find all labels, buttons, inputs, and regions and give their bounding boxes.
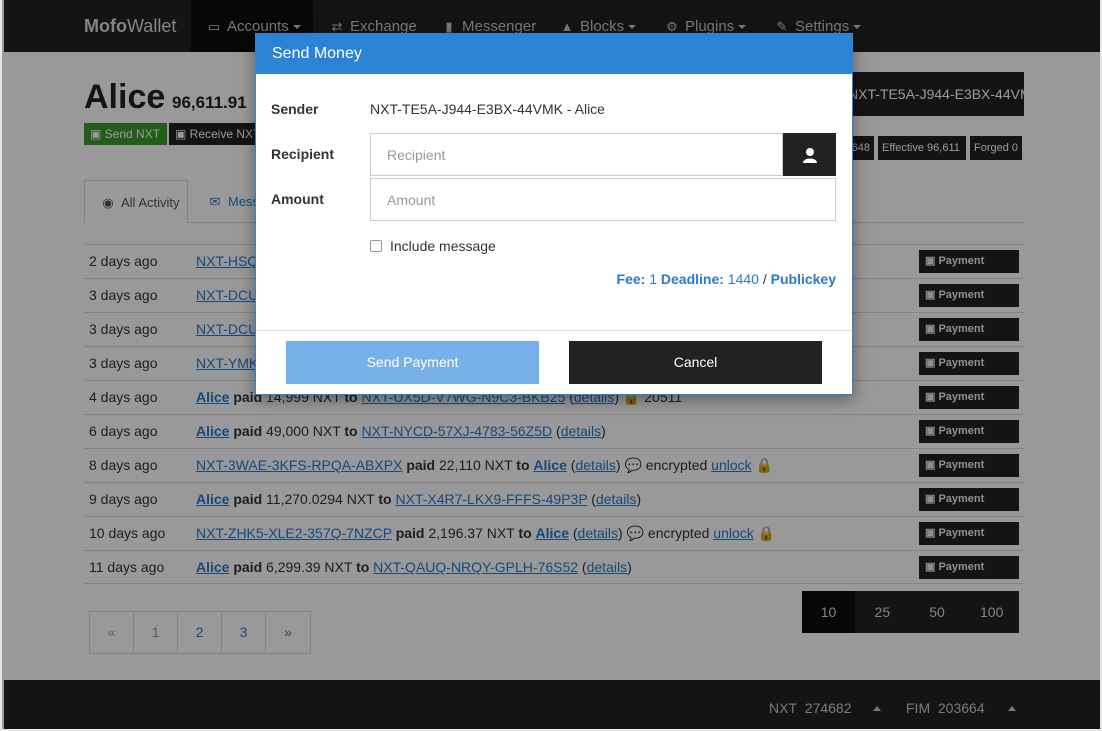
- fee-line: Fee: 1 Deadline: 1440 / Publickey: [617, 271, 836, 287]
- sender-value: NXT-TE5A-J944-E3BX-44VMK - Alice: [370, 101, 605, 117]
- user-icon: [802, 147, 817, 163]
- address-book-button[interactable]: [783, 133, 836, 176]
- include-message-option[interactable]: Include message: [370, 238, 496, 254]
- send-payment-button[interactable]: Send Payment: [286, 341, 539, 384]
- recipient-label: Recipient: [271, 146, 335, 162]
- fee-label: Fee:: [616, 271, 646, 287]
- fee-value[interactable]: 1: [649, 271, 657, 287]
- include-message-label: Include message: [390, 238, 496, 254]
- amount-label: Amount: [271, 191, 324, 207]
- separator: /: [762, 271, 767, 287]
- include-message-checkbox[interactable]: [370, 240, 382, 252]
- cancel-button[interactable]: Cancel: [569, 341, 822, 384]
- deadline-label: Deadline:: [660, 271, 724, 287]
- send-money-dialog: Send Money Sender NXT-TE5A-J944-E3BX-44V…: [255, 33, 853, 395]
- recipient-input[interactable]: [370, 133, 783, 176]
- app-window: MofoWallet ▭ Accounts ⇄ Exchange ▮ Messenge…: [0, 0, 1102, 731]
- amount-input[interactable]: [370, 178, 836, 221]
- deadline-value[interactable]: 1440: [728, 271, 759, 287]
- sender-label: Sender: [271, 101, 319, 117]
- publickey-link[interactable]: Publickey: [771, 271, 836, 287]
- dialog-divider: [256, 330, 852, 331]
- dialog-title: Send Money: [256, 34, 852, 74]
